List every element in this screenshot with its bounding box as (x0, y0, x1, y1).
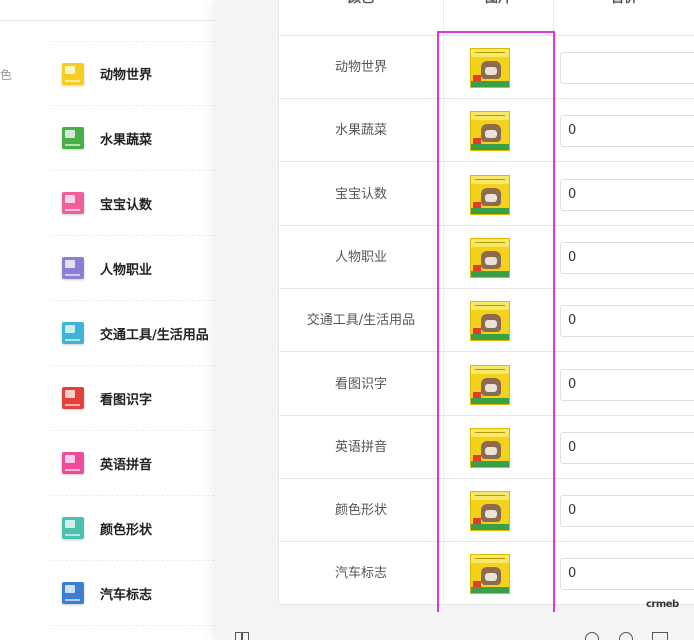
product-thumbnail[interactable] (470, 491, 510, 532)
header-image: 图片 (443, 0, 553, 6)
table-row: 人物职业 0 (279, 226, 694, 289)
price-input[interactable] (560, 52, 694, 84)
book-cover-icon (62, 322, 84, 344)
product-thumbnail[interactable] (470, 554, 510, 595)
book-cover-icon (62, 452, 84, 474)
book-cover-icon (62, 257, 84, 279)
bottom-toolbar (215, 612, 694, 640)
category-list-item[interactable]: 颜色形状 (50, 496, 215, 561)
row-name: 水果蔬菜 (334, 123, 387, 139)
price-input[interactable]: 0 (560, 495, 694, 528)
category-list-item[interactable]: 人物职业 (50, 236, 215, 301)
price-input[interactable]: 0 (560, 115, 694, 148)
row-name: 看图识字 (334, 376, 387, 392)
left-label-fragment: 色 (0, 68, 13, 82)
table-row: 交通工具/生活用品 0 (279, 289, 694, 353)
row-name: 英语拼音 (334, 439, 387, 455)
product-thumbnail[interactable] (470, 174, 510, 215)
price-input[interactable]: 0 (560, 558, 694, 591)
price-input[interactable]: 0 (560, 431, 694, 464)
row-name: 动物世界 (334, 60, 387, 75)
category-label: 交通工具/生活用品 (100, 327, 209, 343)
info-icon[interactable] (585, 632, 599, 640)
header-name: 颜色 (279, 0, 443, 6)
divider (0, 20, 215, 21)
book-cover-icon (62, 387, 84, 409)
category-list-item[interactable]: 英语拼音 (50, 431, 215, 496)
category-list-item[interactable]: 交通工具/生活用品 (50, 301, 215, 366)
category-list-item[interactable]: 看图识字 (50, 366, 215, 431)
product-thumbnail[interactable] (470, 237, 510, 278)
category-label: 看图识字 (100, 392, 153, 408)
row-name: 宝宝认数 (334, 186, 387, 202)
row-name: 汽车标志 (334, 566, 387, 582)
category-label: 水果蔬菜 (100, 132, 153, 148)
table-row: 动物世界 (279, 36, 694, 99)
category-list-item[interactable]: 宝宝认数 (50, 171, 215, 236)
product-thumbnail[interactable] (470, 301, 510, 342)
row-name: 交通工具/生活用品 (306, 313, 416, 329)
square-icon[interactable] (652, 632, 668, 640)
product-thumbnail[interactable] (470, 111, 510, 152)
row-name: 人物职业 (334, 249, 387, 265)
table-row: 水果蔬菜 0 (279, 99, 694, 163)
category-label: 英语拼音 (100, 457, 153, 473)
spec-table: 颜色 图片 售价 动物世界水果蔬菜0宝宝认数0人物职业0交通工具/生活用品0看图… (278, 0, 694, 606)
table-row: 看图识字 0 (279, 353, 694, 416)
table-row: 颜色形状 0 (279, 479, 694, 543)
category-list-item[interactable]: 汽车标志 (50, 561, 215, 626)
category-list-item[interactable]: 水果蔬菜 (50, 106, 215, 171)
table-row: 宝宝认数 0 (279, 163, 694, 226)
table-row: 英语拼音 0 (279, 416, 694, 479)
price-input[interactable]: 0 (560, 241, 694, 274)
table-header: 颜色 图片 售价 (279, 0, 694, 36)
category-list-item[interactable]: 动物世界 (50, 41, 215, 106)
watermark-logo: crmeb (646, 599, 679, 610)
category-label: 宝宝认数 (100, 197, 153, 213)
category-label: 汽车标志 (100, 587, 153, 603)
header-price: 售价 (553, 0, 694, 6)
book-cover-icon (62, 62, 84, 85)
book-cover-icon (62, 192, 84, 214)
book-cover-icon (62, 582, 84, 604)
category-label: 颜色形状 (100, 522, 153, 538)
product-thumbnail[interactable] (470, 364, 510, 405)
category-label: 人物职业 (100, 262, 153, 278)
product-thumbnail[interactable] (470, 48, 510, 88)
drawer-panel: 颜色 图片 售价 动物世界水果蔬菜0宝宝认数0人物职业0交通工具/生活用品0看图… (215, 0, 694, 640)
table-row: 汽车标志 0 (279, 542, 694, 606)
price-input[interactable]: 0 (560, 368, 694, 401)
book-cover-icon (62, 517, 84, 539)
price-input[interactable]: 0 (560, 305, 694, 338)
row-name: 颜色形状 (334, 503, 387, 519)
price-input[interactable]: 0 (560, 178, 694, 211)
book-cover-icon (62, 127, 84, 149)
product-thumbnail[interactable] (470, 427, 510, 468)
circle-icon[interactable] (619, 632, 633, 640)
left-panel: 色 动物世界水果蔬菜宝宝认数人物职业交通工具/生活用品 看图识字英语拼音颜色形状汽… (0, 0, 230, 640)
columns-icon[interactable] (235, 632, 249, 640)
category-label: 动物世界 (100, 68, 153, 83)
